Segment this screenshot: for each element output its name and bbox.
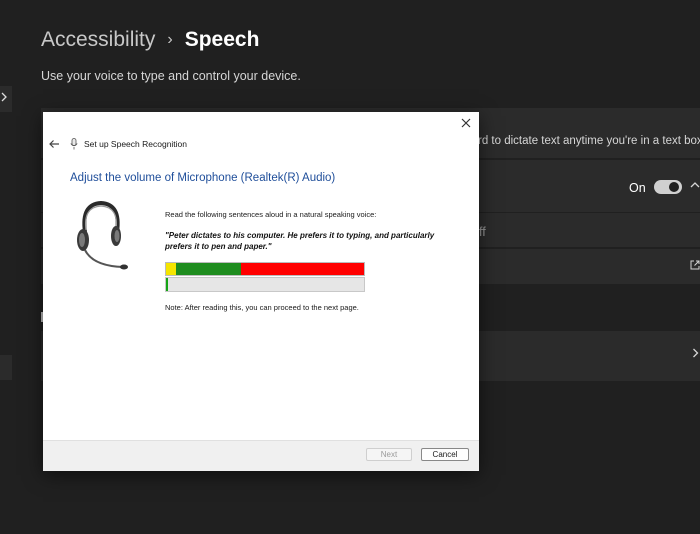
instruction-text: Read the following sentences aloud in a …	[165, 210, 377, 219]
dialog-title: Set up Speech Recognition	[84, 139, 188, 149]
page-title: Speech	[184, 28, 260, 51]
back-arrow-icon[interactable]	[48, 139, 60, 149]
toggle-knob	[669, 182, 679, 192]
dialog-footer: Next Cancel	[43, 440, 479, 471]
page-subtitle: Use your voice to type and control your …	[41, 69, 301, 83]
speech-setup-dialog: Set up Speech Recognition Adjust the vol…	[43, 112, 479, 471]
headset-icon	[77, 200, 128, 270]
microphone-icon	[70, 138, 78, 150]
breadcrumb-separator-icon: ›	[167, 31, 173, 48]
meter-zone	[166, 263, 176, 275]
sample-sentence-line: "Peter dictates to his computer. He pref…	[165, 231, 435, 240]
meter-zone	[241, 263, 364, 275]
nav-back-chip[interactable]	[0, 86, 12, 112]
dialog-heading: Adjust the volume of Microphone (Realtek…	[70, 172, 336, 184]
option-label-fragment: ff	[479, 225, 486, 239]
nav-chip[interactable]	[0, 355, 12, 380]
cancel-button[interactable]: Cancel	[421, 448, 469, 461]
microphone-level-bar	[165, 277, 365, 292]
note-text: Note: After reading this, you can procee…	[165, 303, 359, 312]
toggle-state-label: On	[629, 181, 646, 195]
breadcrumb: Accessibility › Speech	[41, 28, 259, 52]
breadcrumb-accessibility[interactable]: Accessibility	[41, 28, 155, 52]
chevron-right-icon	[1, 92, 7, 102]
meter-zone	[175, 263, 242, 275]
volume-zone-meter	[165, 262, 365, 276]
close-icon[interactable]	[461, 118, 471, 128]
chevron-up-icon[interactable]	[690, 181, 700, 189]
sample-sentence-line: prefers it to pen and paper."	[165, 242, 272, 251]
settings-window: Accessibility › Speech Use your voice to…	[0, 0, 700, 534]
microphone-level-fill	[166, 278, 168, 291]
external-link-icon[interactable]	[690, 260, 700, 270]
chevron-right-icon[interactable]	[692, 348, 699, 358]
voice-access-toggle[interactable]	[654, 180, 682, 194]
voice-typing-description: rd to dictate text anytime you're in a t…	[478, 135, 700, 147]
sample-sentence: "Peter dictates to his computer. He pref…	[165, 230, 465, 252]
next-button[interactable]: Next	[366, 448, 412, 461]
